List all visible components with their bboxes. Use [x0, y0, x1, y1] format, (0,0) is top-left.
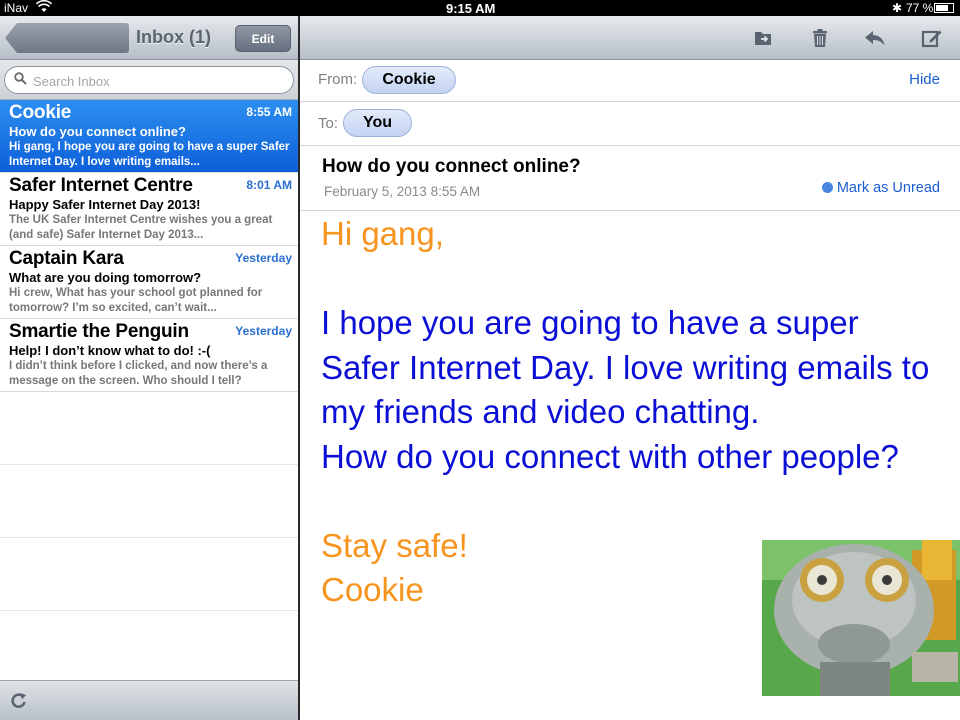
message-date: February 5, 2013 8:55 AM — [324, 184, 481, 199]
message-list: Cookie 8:55 AM How do you connect online… — [0, 100, 298, 684]
inbox-title: Inbox (1) — [136, 27, 211, 47]
header-separator — [300, 210, 960, 211]
to-chip[interactable]: You — [343, 109, 412, 137]
mailbox-toolbar: Inbox (1) Edit — [0, 16, 298, 60]
mailboxes-back-button[interactable] — [5, 23, 129, 53]
empty-row — [0, 392, 298, 465]
message-preview: Hi crew, What has your school got planne… — [9, 287, 263, 314]
message-item-cookie[interactable]: Cookie 8:55 AM How do you connect online… — [0, 100, 298, 173]
message-time: Yesterday — [235, 251, 292, 265]
unread-dot-icon — [821, 182, 833, 193]
to-label: To: — [318, 115, 339, 132]
body-paragraph: I hope you are going to have a super Saf… — [321, 304, 930, 430]
clock: 9:15 AM — [446, 1, 496, 16]
message-item-safer-internet-centre[interactable]: Safer Internet Centre 8:01 AM Happy Safe… — [0, 173, 298, 246]
wifi-icon — [35, 0, 53, 17]
carrier-label: iNav — [4, 1, 29, 15]
battery-icon — [934, 3, 954, 13]
empty-row — [0, 611, 298, 684]
message-subject: How do you connect online? — [9, 124, 186, 139]
search-input[interactable] — [33, 71, 283, 91]
from-label: From: — [318, 71, 358, 88]
empty-row — [0, 465, 298, 538]
move-folder-icon[interactable] — [752, 26, 776, 50]
trash-icon[interactable] — [808, 26, 832, 50]
reply-icon[interactable] — [863, 26, 887, 50]
message-time: 8:01 AM — [246, 178, 292, 192]
mark-as-unread-button[interactable]: Mark as Unread — [821, 180, 940, 196]
search-field[interactable] — [4, 66, 294, 94]
body-greeting: Hi gang, — [321, 215, 444, 252]
message-preview: The UK Safer Internet Centre wishes you … — [9, 214, 273, 241]
message-preview: I didn’t think before I clicked, and now… — [9, 360, 268, 387]
message-toolbar — [300, 16, 960, 60]
mark-as-unread-label: Mark as Unread — [836, 180, 940, 196]
message-subject: What are you doing tomorrow? — [9, 270, 202, 285]
message-time: 8:55 AM — [246, 105, 292, 119]
status-bar: iNav 9:15 AM ✱ 77 % — [0, 0, 960, 16]
from-row: From: Cookie Hide — [300, 60, 960, 102]
mailbox-pane: Inbox (1) Edit Cookie 8:55 AM How do you… — [0, 16, 298, 720]
robot-character-image — [762, 540, 960, 696]
message-subject-title: How do you connect online? — [322, 156, 581, 177]
edit-button[interactable]: Edit — [235, 25, 291, 52]
hide-button[interactable]: Hide — [909, 71, 940, 88]
compose-icon[interactable] — [920, 26, 944, 50]
body-spacer — [321, 257, 946, 302]
message-item-smartie-the-penguin[interactable]: Smartie the Penguin Yesterday Help! I do… — [0, 319, 298, 392]
search-icon — [14, 72, 27, 85]
body-spacer — [321, 479, 946, 524]
bluetooth-icon: ✱ — [892, 1, 903, 15]
from-chip[interactable]: Cookie — [362, 66, 456, 94]
message-subject: Help! I don’t know what to do! :-( — [9, 343, 211, 358]
message-preview: Hi gang, I hope you are going to have a … — [9, 141, 290, 168]
refresh-icon[interactable] — [9, 691, 29, 711]
body-question: How do you connect with other people? — [321, 437, 899, 475]
mailbox-bottom-bar — [0, 680, 298, 720]
message-subject: Happy Safer Internet Day 2013! — [9, 197, 201, 212]
message-item-captain-kara[interactable]: Captain Kara Yesterday What are you doin… — [0, 246, 298, 319]
battery-percent: 77 % — [906, 1, 934, 15]
to-row: To: You — [300, 102, 960, 146]
empty-row — [0, 538, 298, 611]
battery-level — [936, 5, 949, 11]
message-time: Yesterday — [235, 324, 292, 338]
search-bar — [0, 60, 298, 100]
message-pane: From: Cookie Hide To: You How do you con… — [300, 16, 960, 720]
